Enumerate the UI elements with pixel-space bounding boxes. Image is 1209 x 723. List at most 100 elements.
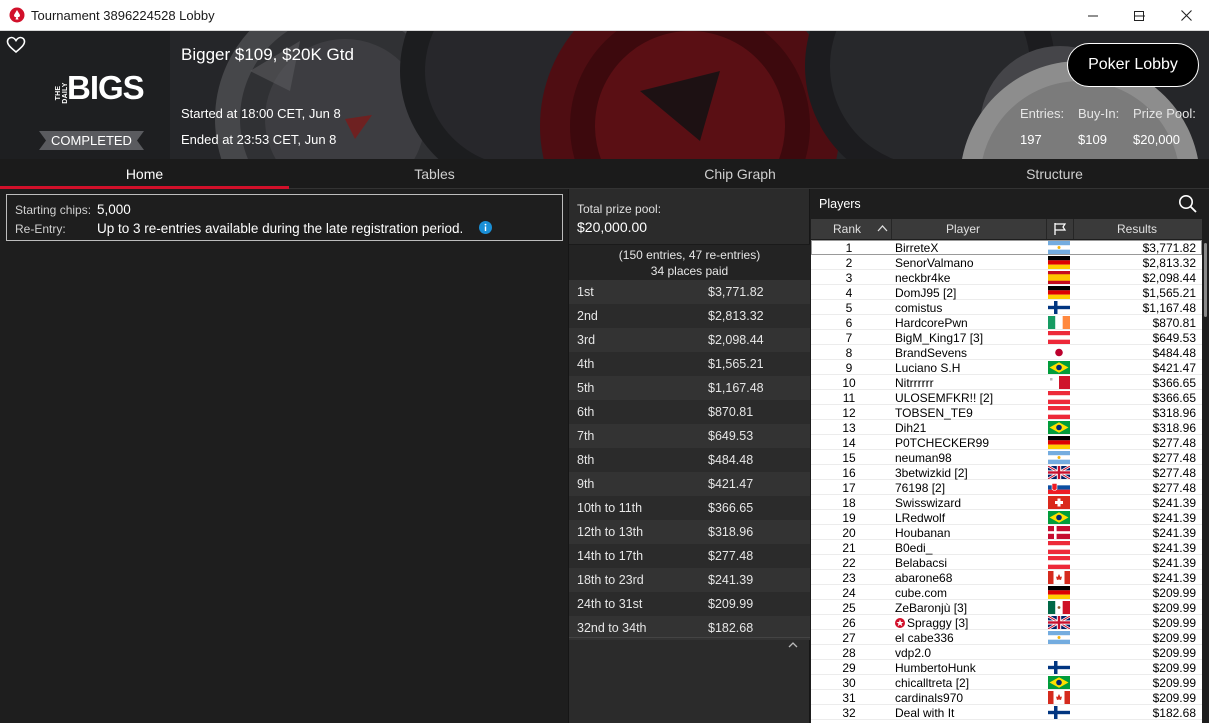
player-row[interactable]: 18 Swisswizard $241.39 — [811, 495, 1202, 510]
pokerstars-pro-icon — [895, 617, 905, 628]
player-row[interactable]: 3 neckbr4ke $2,098.44 — [811, 270, 1202, 285]
rank-column-header[interactable]: Rank — [833, 222, 861, 236]
player-row[interactable]: 19 LRedwolf $241.39 — [811, 510, 1202, 525]
tab-structure-label: Structure — [1026, 166, 1083, 182]
player-row[interactable]: 30 chicalltreta [2] $209.99 — [811, 675, 1202, 690]
player-flag — [1048, 436, 1070, 449]
player-row[interactable]: 13 Dih21 $318.96 — [811, 420, 1202, 435]
player-name: Nitrrrrrr — [895, 376, 934, 390]
payout-amount: $1,565.21 — [708, 357, 764, 371]
player-name: Swisswizard — [895, 496, 962, 510]
flag-denmark-icon — [1048, 526, 1070, 539]
results-column-header[interactable]: Results — [1117, 222, 1157, 236]
player-row[interactable]: 28 vdp2.0 $209.99 — [811, 645, 1202, 660]
heart-icon[interactable] — [6, 36, 26, 54]
player-row[interactable]: 10 Nitrrrrrr $366.65 — [811, 375, 1202, 390]
minimize-button-visual[interactable] — [1070, 0, 1116, 31]
player-row[interactable]: 32 Deal with It $182.68 — [811, 705, 1202, 720]
player-flag — [1048, 691, 1070, 704]
player-row[interactable]: 9 Luciano S.H $421.47 — [811, 360, 1202, 375]
player-flag — [1048, 706, 1070, 719]
player-row[interactable]: 25 ZeBaronjù [3] $209.99 — [811, 600, 1202, 615]
player-flag — [1048, 271, 1070, 284]
player-row[interactable]: 20 Houbanan $241.39 — [811, 525, 1202, 540]
player-flag — [1048, 346, 1070, 359]
player-result: $366.65 — [1152, 391, 1196, 405]
player-name: ZeBaronjù [3] — [895, 601, 968, 615]
player-row[interactable]: 7 BigM_King17 [3] $649.53 — [811, 330, 1202, 345]
player-row[interactable]: 12 TOBSEN_TE9 $318.96 — [811, 405, 1202, 420]
search-icon[interactable] — [1178, 194, 1198, 214]
player-flag — [1048, 586, 1070, 599]
player-flag — [1048, 571, 1070, 584]
player-row[interactable]: 15 neuman98 $277.48 — [811, 450, 1202, 465]
payout-row: 1st $3,771.82 — [569, 280, 810, 304]
player-row[interactable]: 2 SenorValmano $2,813.32 — [811, 255, 1202, 270]
player-result: $277.48 — [1152, 466, 1196, 480]
player-row[interactable]: 14 P0TCHECKER99 $277.48 — [811, 435, 1202, 450]
tab-structure[interactable]: Structure — [900, 159, 1209, 189]
player-result: $2,813.32 — [1142, 256, 1196, 270]
player-row[interactable]: 21 B0edi_ $241.39 — [811, 540, 1202, 555]
player-row[interactable]: 31 cardinals970 $209.99 — [811, 690, 1202, 705]
tab-chip-graph[interactable]: Chip Graph — [580, 159, 900, 189]
sort-up-icon[interactable] — [877, 224, 888, 232]
window-title: Tournament 3896224528 Lobby — [31, 8, 215, 23]
flag-none-icon — [1048, 646, 1070, 659]
player-name: Belabacsi — [895, 556, 948, 570]
maximize-button[interactable] — [1116, 0, 1162, 31]
player-flag — [1048, 616, 1070, 629]
player-name-text: Spraggy [3] — [907, 616, 969, 630]
player-name: comistus — [895, 301, 943, 315]
payout-amount: $870.81 — [708, 405, 754, 419]
player-result: $484.48 — [1152, 346, 1196, 360]
player-name: BigM_King17 [3] — [895, 331, 984, 345]
player-row[interactable]: 23 abarone68 $241.39 — [811, 570, 1202, 585]
close-button[interactable] — [1163, 0, 1209, 31]
player-flag — [1048, 406, 1070, 419]
player-row[interactable]: 24 cube.com $209.99 — [811, 585, 1202, 600]
player-result: $649.53 — [1152, 331, 1196, 345]
player-row[interactable]: 5 comistus $1,167.48 — [811, 300, 1202, 315]
payout-row: 10th to 11th $366.65 — [569, 496, 810, 520]
flag-germany-icon — [1048, 436, 1070, 449]
player-row[interactable]: 27 el cabe336 $209.99 — [811, 630, 1202, 645]
player-row[interactable]: 6 HardcorePwn $870.81 — [811, 315, 1202, 330]
player-row[interactable]: 4 DomJ95 [2] $1,565.21 — [811, 285, 1202, 300]
info-icon[interactable] — [479, 221, 492, 234]
player-name: neuman98 — [895, 451, 952, 465]
player-flag — [1048, 601, 1070, 614]
payout-amount: $241.39 — [708, 573, 754, 587]
player-row[interactable]: 29 HumbertoHunk $209.99 — [811, 660, 1202, 675]
player-flag — [1048, 496, 1070, 509]
logo-big-text: BIGS — [67, 69, 145, 106]
player-row[interactable]: 11 ULOSEMFKR!! [2] $366.65 — [811, 390, 1202, 405]
player-result: $182.68 — [1152, 706, 1196, 720]
payout-row: 6th $870.81 — [569, 400, 810, 424]
player-row[interactable]: 8 BrandSevens $484.48 — [811, 345, 1202, 360]
payout-place: 7th — [577, 429, 595, 443]
player-row[interactable]: 22 Belabacsi $241.39 — [811, 555, 1202, 570]
player-rank: 15 — [842, 451, 856, 465]
player-rank: 3 — [845, 271, 853, 285]
player-result: $277.48 — [1152, 451, 1196, 465]
player-row[interactable]: 16 3betwizkid [2] $277.48 — [811, 465, 1202, 480]
player-result: $209.99 — [1152, 616, 1196, 630]
tab-home[interactable]: Home — [0, 159, 289, 189]
player-rank: 26 — [842, 616, 856, 630]
payout-amount: $2,098.44 — [708, 333, 764, 347]
flag-icon[interactable] — [1053, 222, 1067, 236]
player-rank: 13 — [842, 421, 856, 435]
poker-lobby-button[interactable]: Poker Lobby — [1067, 43, 1199, 87]
players-scrollbar-thumb[interactable] — [1204, 243, 1207, 317]
player-row[interactable]: 26 Spraggy [3] $209.99 — [811, 615, 1202, 630]
flag-canada-icon — [1048, 571, 1070, 584]
payout-place: 1st — [577, 285, 594, 299]
player-row[interactable]: 17 76198 [2] $277.48 — [811, 480, 1202, 495]
player-rank: 5 — [845, 301, 853, 315]
player-row[interactable]: 1 BirreteX $3,771.82 — [811, 240, 1202, 255]
flag-brazil-icon — [1048, 361, 1070, 374]
player-column-header[interactable]: Player — [946, 222, 980, 236]
tab-tables[interactable]: Tables — [289, 159, 580, 189]
chevron-up-icon[interactable] — [786, 640, 800, 650]
